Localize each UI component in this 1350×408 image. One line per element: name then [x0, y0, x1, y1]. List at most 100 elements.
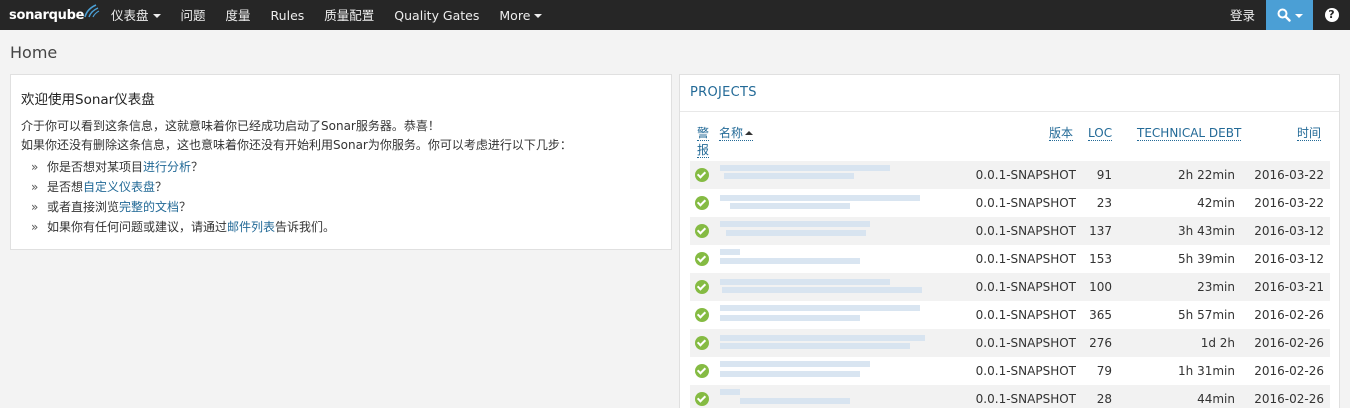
- project-technical-debt[interactable]: 42min: [1135, 189, 1235, 217]
- project-name-redacted[interactable]: [720, 389, 925, 408]
- column-header-technical-debt[interactable]: TECHNICAL DEBT: [1137, 126, 1242, 141]
- projects-widget: PROJECTS 警 报 名称 版本 LOC TECHNICAL DEBT 时间…: [679, 74, 1340, 408]
- help-icon: ?: [1324, 8, 1339, 22]
- quality-gate-passed-icon: [695, 308, 709, 322]
- column-header-alert[interactable]: 警 报: [697, 126, 710, 158]
- nav-rules[interactable]: Rules: [261, 0, 315, 30]
- help-button[interactable]: ?: [1313, 0, 1350, 30]
- project-version: 0.0.1-SNAPSHOT: [975, 280, 1076, 294]
- project-name-redacted[interactable]: [720, 361, 925, 381]
- project-analysis-date: 2016-03-12: [1254, 252, 1324, 266]
- table-row: 0.0.1-SNAPSHOT 28 44min 2016-02-26: [690, 385, 1330, 408]
- step-suffix: ？: [191, 160, 204, 174]
- project-name-redacted[interactable]: [720, 165, 925, 185]
- login-link[interactable]: 登录: [1230, 0, 1255, 30]
- step-text: 如果你有任何问题或建议，请通过: [47, 220, 228, 234]
- project-version: 0.0.1-SNAPSHOT: [975, 196, 1076, 210]
- project-name-redacted[interactable]: [720, 333, 925, 353]
- project-version: 0.0.1-SNAPSHOT: [975, 336, 1076, 350]
- table-row: 0.0.1-SNAPSHOT 153 5h 39min 2016-03-12: [690, 245, 1330, 273]
- nav-issues[interactable]: 问题: [171, 0, 216, 30]
- welcome-step-item: » 你是否想对某项目进行分析？: [21, 157, 661, 177]
- project-version: 0.0.1-SNAPSHOT: [975, 364, 1076, 378]
- nav-item-label: Quality Gates: [394, 7, 480, 23]
- search-button[interactable]: [1266, 0, 1313, 30]
- project-analysis-date: 2016-02-26: [1254, 364, 1324, 378]
- project-analysis-date: 2016-03-12: [1254, 224, 1324, 238]
- divider: [680, 111, 1339, 112]
- project-name-redacted[interactable]: [720, 249, 925, 269]
- step-link[interactable]: 邮件列表: [227, 220, 275, 234]
- nav-item-label: Rules: [270, 7, 305, 23]
- welcome-steps-list: » 你是否想对某项目进行分析？» 是否想自定义仪表盘？» 或者直接浏览完整的文档？» 如…: [21, 157, 661, 237]
- project-loc: 276: [1089, 336, 1112, 350]
- project-analysis-date: 2016-02-26: [1254, 308, 1324, 322]
- welcome-step-item: » 如果你有任何问题或建议，请通过邮件列表告诉我们。: [21, 217, 661, 237]
- project-technical-debt[interactable]: 44min: [1135, 385, 1235, 408]
- project-technical-debt[interactable]: 5h 57min: [1135, 301, 1235, 329]
- step-link[interactable]: 完整的文档: [119, 200, 179, 214]
- nav-quality-gates[interactable]: Quality Gates: [384, 0, 489, 30]
- quality-gate-passed-icon: [695, 280, 709, 294]
- nav-quality-profiles[interactable]: 质量配置: [314, 0, 384, 30]
- project-technical-debt[interactable]: 1h 31min: [1135, 357, 1235, 385]
- chevron-down-icon: [152, 13, 161, 18]
- step-text: 或者直接浏览: [47, 200, 120, 214]
- quality-gate-passed-icon: [695, 364, 709, 378]
- column-header-loc[interactable]: LOC: [1088, 126, 1113, 141]
- nav-more[interactable]: More: [489, 0, 552, 30]
- project-version: 0.0.1-SNAPSHOT: [975, 252, 1076, 266]
- project-technical-debt[interactable]: 1d 2h: [1135, 329, 1235, 357]
- bullet-icon: »: [31, 200, 39, 214]
- table-row: 0.0.1-SNAPSHOT 137 3h 43min 2016-03-12: [690, 217, 1330, 245]
- step-suffix: 告诉我们。: [275, 220, 336, 234]
- step-suffix: ？: [179, 200, 192, 214]
- page-title: Home: [10, 43, 58, 62]
- project-loc: 79: [1096, 364, 1112, 378]
- project-analysis-date: 2016-03-22: [1254, 168, 1324, 182]
- project-technical-debt[interactable]: 3h 43min: [1135, 217, 1235, 245]
- project-technical-debt[interactable]: 5h 39min: [1135, 245, 1235, 273]
- chevron-down-icon: [534, 13, 543, 18]
- project-name-redacted[interactable]: [720, 305, 925, 325]
- logo-wave-icon: [84, 4, 100, 18]
- welcome-step-item: » 是否想自定义仪表盘？: [21, 177, 661, 197]
- chevron-down-icon: [1294, 13, 1303, 18]
- sonarqube-logo[interactable]: sonarqube: [9, 4, 100, 26]
- project-name-redacted[interactable]: [720, 221, 925, 241]
- project-technical-debt[interactable]: 23min: [1135, 273, 1235, 301]
- project-version: 0.0.1-SNAPSHOT: [975, 308, 1076, 322]
- nav-measures[interactable]: 度量: [216, 0, 261, 30]
- logo-text: sonarqube: [9, 7, 85, 23]
- step-text: 是否想: [47, 180, 84, 194]
- project-technical-debt[interactable]: 2h 22min: [1135, 161, 1235, 189]
- nav-dashboards[interactable]: 仪表盘: [101, 0, 171, 30]
- column-header-date[interactable]: 时间: [1297, 126, 1322, 141]
- project-version: 0.0.1-SNAPSHOT: [975, 392, 1076, 406]
- bullet-icon: »: [31, 180, 39, 194]
- top-navbar: sonarqube 仪表盘 问题 度量 Rules 质量配置 Quality Gates M…: [0, 0, 1350, 30]
- welcome-widget: 欢迎使用Sonar仪表盘 介于你可以看到这条信息，这就意味着你已经成功启动了So…: [10, 74, 672, 250]
- bullet-icon: »: [31, 160, 39, 174]
- quality-gate-passed-icon: [695, 392, 709, 406]
- project-loc: 100: [1089, 280, 1112, 294]
- project-loc: 91: [1096, 168, 1112, 182]
- step-link[interactable]: 自定义仪表盘: [83, 180, 155, 194]
- projects-title: PROJECTS: [690, 85, 757, 100]
- column-header-name[interactable]: 名称: [719, 126, 754, 141]
- table-row: 0.0.1-SNAPSHOT 365 5h 57min 2016-02-26: [690, 301, 1330, 329]
- alert-header-line-2: 报: [697, 143, 710, 158]
- project-version: 0.0.1-SNAPSHOT: [975, 224, 1076, 238]
- table-row: 0.0.1-SNAPSHOT 276 1d 2h 2016-02-26: [690, 329, 1330, 357]
- project-name-redacted[interactable]: [720, 193, 925, 213]
- project-name-redacted[interactable]: [720, 277, 925, 297]
- project-loc: 28: [1096, 392, 1112, 406]
- project-version: 0.0.1-SNAPSHOT: [975, 168, 1076, 182]
- welcome-title: 欢迎使用Sonar仪表盘: [21, 92, 155, 108]
- nav-item-label: 度量: [225, 7, 251, 23]
- column-header-version[interactable]: 版本: [1049, 126, 1074, 141]
- step-link[interactable]: 进行分析: [143, 160, 191, 174]
- quality-gate-passed-icon: [695, 252, 709, 266]
- search-icon: [1277, 8, 1291, 22]
- nav-menu: 仪表盘 问题 度量 Rules 质量配置 Quality Gates More: [101, 0, 552, 30]
